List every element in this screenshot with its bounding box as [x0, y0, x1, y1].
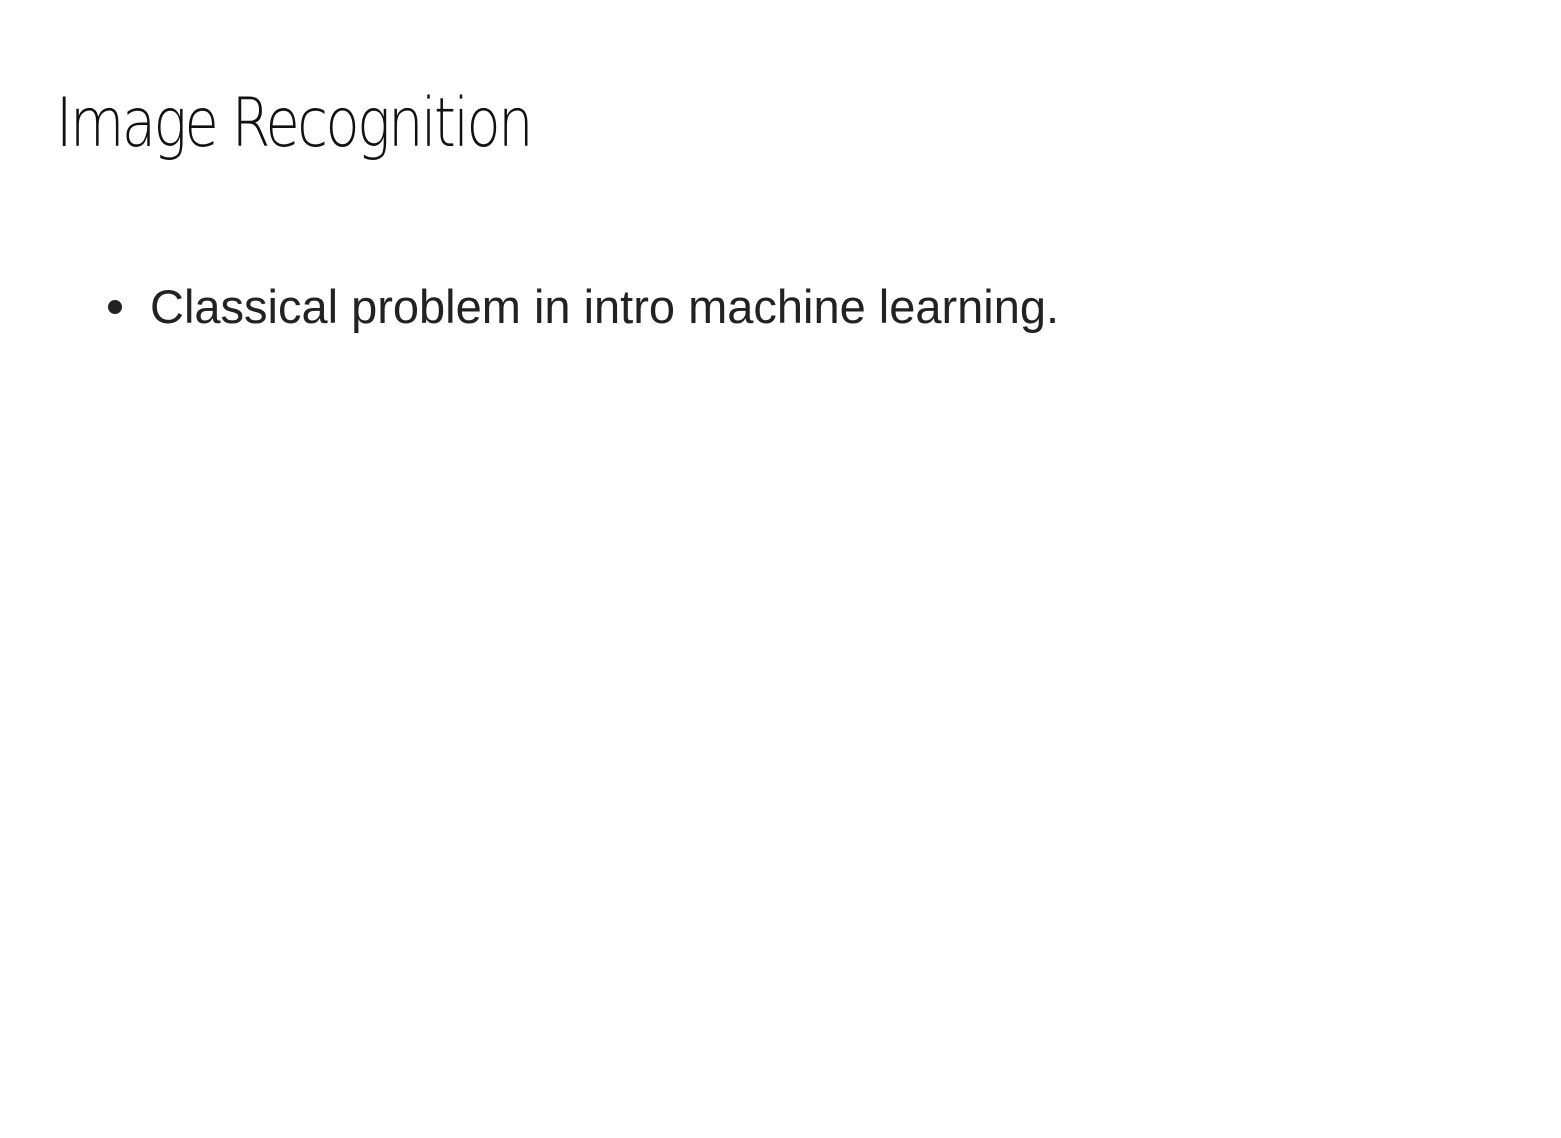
list-item: Classical problem in intro machine learn… [108, 277, 1060, 337]
slide-title: Image Recognition [56, 84, 533, 163]
slide: Image Recognition Classical problem in i… [0, 0, 1561, 1138]
bullet-text: Classical problem in intro machine learn… [150, 280, 1060, 333]
bullet-point-icon [108, 300, 122, 314]
bullet-list: Classical problem in intro machine learn… [108, 277, 1060, 337]
